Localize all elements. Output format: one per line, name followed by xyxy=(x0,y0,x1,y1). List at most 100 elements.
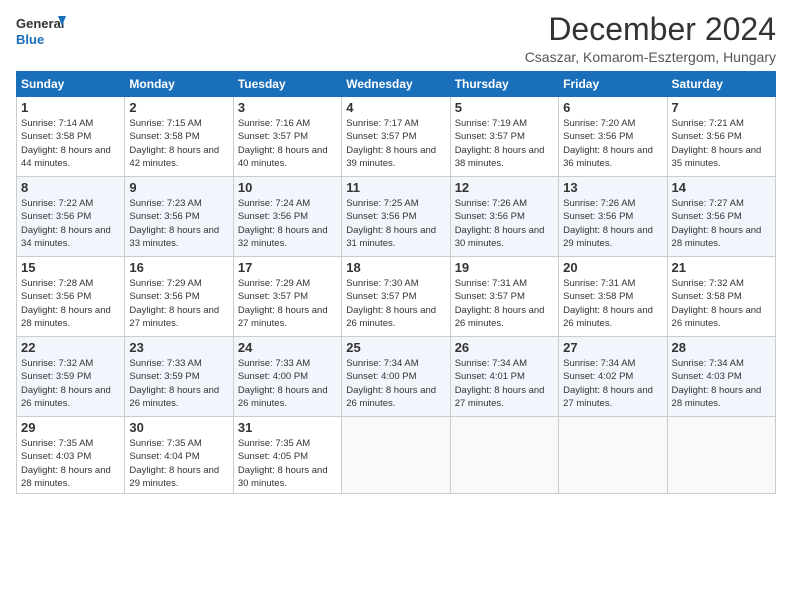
day-info: Sunrise: 7:16 AM Sunset: 3:57 PM Dayligh… xyxy=(238,117,337,170)
day-number: 12 xyxy=(455,180,554,195)
day-number: 23 xyxy=(129,340,228,355)
day-number: 18 xyxy=(346,260,445,275)
calendar-cell: 11 Sunrise: 7:25 AM Sunset: 3:56 PM Dayli… xyxy=(342,177,450,257)
day-info: Sunrise: 7:17 AM Sunset: 3:57 PM Dayligh… xyxy=(346,117,445,170)
day-info: Sunrise: 7:34 AM Sunset: 4:02 PM Dayligh… xyxy=(563,357,662,410)
calendar-cell: 2 Sunrise: 7:15 AM Sunset: 3:58 PM Daylig… xyxy=(125,97,233,177)
day-info: Sunrise: 7:25 AM Sunset: 3:56 PM Dayligh… xyxy=(346,197,445,250)
day-number: 21 xyxy=(672,260,771,275)
day-number: 3 xyxy=(238,100,337,115)
day-info: Sunrise: 7:29 AM Sunset: 3:57 PM Dayligh… xyxy=(238,277,337,330)
calendar-cell: 31 Sunrise: 7:35 AM Sunset: 4:05 PM Dayli… xyxy=(233,417,341,494)
location-subtitle: Csaszar, Komarom-Esztergom, Hungary xyxy=(525,49,776,65)
day-number: 17 xyxy=(238,260,337,275)
day-info: Sunrise: 7:31 AM Sunset: 3:57 PM Dayligh… xyxy=(455,277,554,330)
day-number: 2 xyxy=(129,100,228,115)
week-row-3: 15 Sunrise: 7:28 AM Sunset: 3:56 PM Dayli… xyxy=(17,257,776,337)
day-info: Sunrise: 7:34 AM Sunset: 4:03 PM Dayligh… xyxy=(672,357,771,410)
title-block: December 2024 Csaszar, Komarom-Esztergom… xyxy=(525,12,776,65)
calendar-table: SundayMondayTuesdayWednesdayThursdayFrid… xyxy=(16,71,776,494)
day-info: Sunrise: 7:26 AM Sunset: 3:56 PM Dayligh… xyxy=(563,197,662,250)
day-info: Sunrise: 7:27 AM Sunset: 3:56 PM Dayligh… xyxy=(672,197,771,250)
calendar-cell: 9 Sunrise: 7:23 AM Sunset: 3:56 PM Daylig… xyxy=(125,177,233,257)
calendar-cell: 30 Sunrise: 7:35 AM Sunset: 4:04 PM Dayli… xyxy=(125,417,233,494)
week-row-1: 1Sunrise: 7:14 AM Sunset: 3:58 PM Daylig… xyxy=(17,97,776,177)
day-info: Sunrise: 7:35 AM Sunset: 4:04 PM Dayligh… xyxy=(129,437,228,490)
calendar-cell: 3 Sunrise: 7:16 AM Sunset: 3:57 PM Daylig… xyxy=(233,97,341,177)
calendar-cell: 25Sunrise: 7:34 AM Sunset: 4:00 PM Dayli… xyxy=(342,337,450,417)
day-number: 30 xyxy=(129,420,228,435)
day-info: Sunrise: 7:29 AM Sunset: 3:56 PM Dayligh… xyxy=(129,277,228,330)
day-number: 15 xyxy=(21,260,120,275)
calendar-cell xyxy=(667,417,775,494)
calendar-cell: 10 Sunrise: 7:24 AM Sunset: 3:56 PM Dayli… xyxy=(233,177,341,257)
day-info: Sunrise: 7:24 AM Sunset: 3:56 PM Dayligh… xyxy=(238,197,337,250)
day-info: Sunrise: 7:31 AM Sunset: 3:58 PM Dayligh… xyxy=(563,277,662,330)
day-number: 10 xyxy=(238,180,337,195)
col-header-friday: Friday xyxy=(559,72,667,97)
day-number: 31 xyxy=(238,420,337,435)
logo-svg: General Blue xyxy=(16,12,66,50)
day-info: Sunrise: 7:15 AM Sunset: 3:58 PM Dayligh… xyxy=(129,117,228,170)
day-info: Sunrise: 7:22 AM Sunset: 3:56 PM Dayligh… xyxy=(21,197,120,250)
calendar-cell: 8 Sunrise: 7:22 AM Sunset: 3:56 PM Daylig… xyxy=(17,177,125,257)
week-row-2: 8 Sunrise: 7:22 AM Sunset: 3:56 PM Daylig… xyxy=(17,177,776,257)
day-info: Sunrise: 7:23 AM Sunset: 3:56 PM Dayligh… xyxy=(129,197,228,250)
calendar-cell: 22 Sunrise: 7:32 AM Sunset: 3:59 PM Dayli… xyxy=(17,337,125,417)
day-number: 26 xyxy=(455,340,554,355)
day-number: 4 xyxy=(346,100,445,115)
calendar-cell: 7 Sunrise: 7:21 AM Sunset: 3:56 PM Daylig… xyxy=(667,97,775,177)
col-header-tuesday: Tuesday xyxy=(233,72,341,97)
header-row: SundayMondayTuesdayWednesdayThursdayFrid… xyxy=(17,72,776,97)
calendar-cell: 16 Sunrise: 7:29 AM Sunset: 3:56 PM Dayli… xyxy=(125,257,233,337)
day-info: Sunrise: 7:35 AM Sunset: 4:05 PM Dayligh… xyxy=(238,437,337,490)
day-info: Sunrise: 7:33 AM Sunset: 3:59 PM Dayligh… xyxy=(129,357,228,410)
calendar-cell: 20 Sunrise: 7:31 AM Sunset: 3:58 PM Dayli… xyxy=(559,257,667,337)
day-number: 11 xyxy=(346,180,445,195)
day-number: 8 xyxy=(21,180,120,195)
calendar-cell: 1Sunrise: 7:14 AM Sunset: 3:58 PM Daylig… xyxy=(17,97,125,177)
month-title: December 2024 xyxy=(525,12,776,47)
day-number: 7 xyxy=(672,100,771,115)
col-header-sunday: Sunday xyxy=(17,72,125,97)
day-info: Sunrise: 7:20 AM Sunset: 3:56 PM Dayligh… xyxy=(563,117,662,170)
week-row-5: 29Sunrise: 7:35 AM Sunset: 4:03 PM Dayli… xyxy=(17,417,776,494)
day-number: 16 xyxy=(129,260,228,275)
svg-text:General: General xyxy=(16,16,64,31)
day-info: Sunrise: 7:26 AM Sunset: 3:56 PM Dayligh… xyxy=(455,197,554,250)
calendar-cell: 24 Sunrise: 7:33 AM Sunset: 4:00 PM Dayli… xyxy=(233,337,341,417)
day-info: Sunrise: 7:19 AM Sunset: 3:57 PM Dayligh… xyxy=(455,117,554,170)
logo: General Blue xyxy=(16,12,66,50)
calendar-cell: 19Sunrise: 7:31 AM Sunset: 3:57 PM Dayli… xyxy=(450,257,558,337)
calendar-cell: 5 Sunrise: 7:19 AM Sunset: 3:57 PM Daylig… xyxy=(450,97,558,177)
day-number: 9 xyxy=(129,180,228,195)
calendar-cell: 18Sunrise: 7:30 AM Sunset: 3:57 PM Dayli… xyxy=(342,257,450,337)
day-info: Sunrise: 7:21 AM Sunset: 3:56 PM Dayligh… xyxy=(672,117,771,170)
day-info: Sunrise: 7:33 AM Sunset: 4:00 PM Dayligh… xyxy=(238,357,337,410)
day-info: Sunrise: 7:28 AM Sunset: 3:56 PM Dayligh… xyxy=(21,277,120,330)
calendar-cell: 13Sunrise: 7:26 AM Sunset: 3:56 PM Dayli… xyxy=(559,177,667,257)
calendar-cell: 27Sunrise: 7:34 AM Sunset: 4:02 PM Dayli… xyxy=(559,337,667,417)
col-header-wednesday: Wednesday xyxy=(342,72,450,97)
col-header-thursday: Thursday xyxy=(450,72,558,97)
day-number: 25 xyxy=(346,340,445,355)
day-number: 22 xyxy=(21,340,120,355)
week-row-4: 22 Sunrise: 7:32 AM Sunset: 3:59 PM Dayli… xyxy=(17,337,776,417)
col-header-monday: Monday xyxy=(125,72,233,97)
day-number: 24 xyxy=(238,340,337,355)
calendar-cell: 21 Sunrise: 7:32 AM Sunset: 3:58 PM Dayli… xyxy=(667,257,775,337)
calendar-cell: 4 Sunrise: 7:17 AM Sunset: 3:57 PM Daylig… xyxy=(342,97,450,177)
day-number: 14 xyxy=(672,180,771,195)
day-number: 28 xyxy=(672,340,771,355)
day-info: Sunrise: 7:34 AM Sunset: 4:01 PM Dayligh… xyxy=(455,357,554,410)
calendar-cell: 29Sunrise: 7:35 AM Sunset: 4:03 PM Dayli… xyxy=(17,417,125,494)
day-number: 5 xyxy=(455,100,554,115)
calendar-cell: 28 Sunrise: 7:34 AM Sunset: 4:03 PM Dayli… xyxy=(667,337,775,417)
calendar-cell: 12 Sunrise: 7:26 AM Sunset: 3:56 PM Dayli… xyxy=(450,177,558,257)
calendar-cell xyxy=(450,417,558,494)
day-number: 20 xyxy=(563,260,662,275)
day-info: Sunrise: 7:32 AM Sunset: 3:59 PM Dayligh… xyxy=(21,357,120,410)
day-info: Sunrise: 7:32 AM Sunset: 3:58 PM Dayligh… xyxy=(672,277,771,330)
calendar-cell xyxy=(342,417,450,494)
svg-text:Blue: Blue xyxy=(16,32,44,47)
